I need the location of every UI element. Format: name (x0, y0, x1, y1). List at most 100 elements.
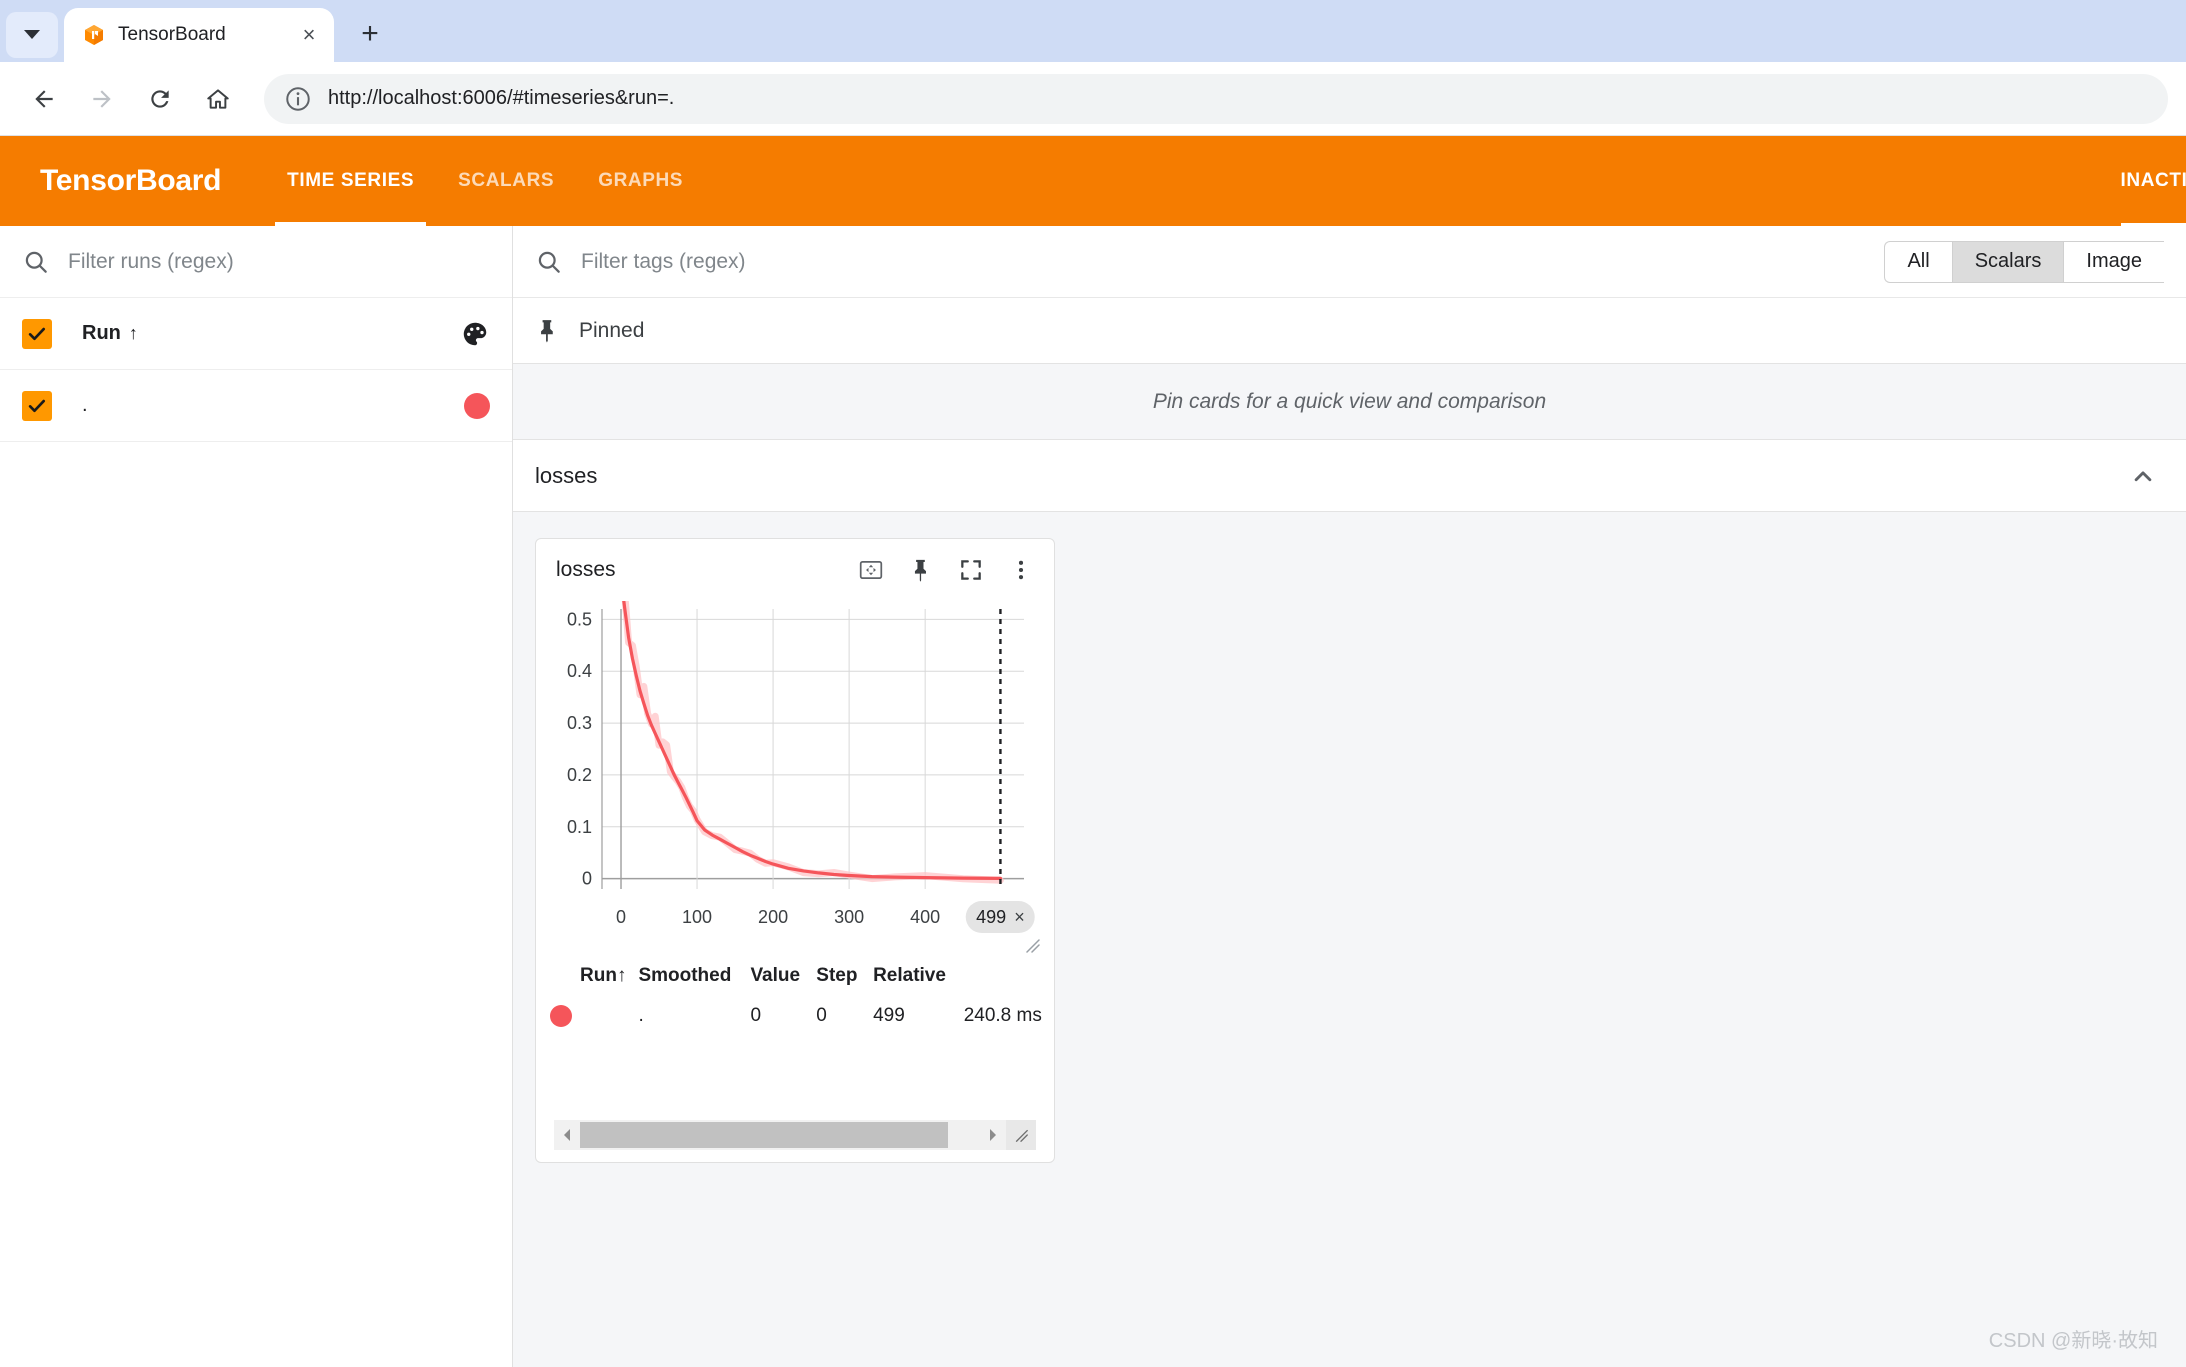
card-header: losses (536, 539, 1054, 601)
search-icon (25, 251, 47, 273)
chart-resize-grip-icon[interactable] (1022, 935, 1040, 953)
step-marker-value: 499 (976, 906, 1007, 927)
run-column-label: Run (82, 322, 121, 344)
x-tick-label: 400 (910, 907, 941, 927)
forward-button[interactable] (76, 73, 128, 125)
svg-text:0: 0 (582, 869, 592, 889)
select-all-runs-checkbox[interactable] (22, 318, 52, 349)
tab-scalars[interactable]: SCALARS (436, 136, 576, 226)
scroll-right-arrow-icon[interactable] (980, 1120, 1006, 1150)
column-header-relative[interactable]: Relative (867, 957, 958, 995)
tab-time-series[interactable]: TIME SERIES (265, 136, 436, 226)
card-footer (536, 1120, 1054, 1162)
chart-plot-area[interactable]: 0.5 0.4 0.3 0.2 0.1 0 (536, 601, 1054, 901)
home-icon (207, 88, 229, 109)
address-bar-url: http://localhost:6006/#timeseries&run=. (328, 87, 675, 109)
scrollbar-track[interactable] (580, 1120, 980, 1150)
chart-x-axis: 0 100 200 300 400 499 × (536, 901, 1054, 953)
pin-icon[interactable] (902, 551, 940, 589)
tag-group-header[interactable]: losses (513, 440, 2186, 512)
close-icon[interactable]: × (1014, 907, 1025, 928)
svg-text:0.5: 0.5 (567, 609, 592, 629)
home-button[interactable] (192, 73, 244, 125)
pin-icon (541, 319, 553, 342)
x-tick-label: 0 (615, 907, 627, 927)
runs-sidebar: Run ↑ . (0, 226, 513, 1367)
tag-filter-input[interactable] (581, 249, 1885, 274)
toggle-scalars[interactable]: Scalars (1951, 240, 2064, 283)
color-palette-icon[interactable] (460, 319, 490, 349)
cell-run: . (638, 1005, 644, 1026)
tab-graphs[interactable]: GRAPHS (576, 136, 705, 226)
pinned-section-header[interactable]: Pinned (513, 298, 2186, 364)
chevron-down-icon (24, 29, 40, 39)
pinned-label: Pinned (579, 318, 645, 342)
app-body: Run ↑ . (0, 226, 2186, 1367)
search-icon (538, 251, 560, 273)
header-tabs: TIME SERIES SCALARS GRAPHS (265, 136, 705, 226)
address-bar[interactable]: http://localhost:6006/#timeseries&run=. (264, 73, 2168, 124)
browser-tab-strip: TensorBoard × + (0, 0, 2186, 62)
column-header-value[interactable]: Value (744, 957, 810, 995)
main-content: All Scalars Image Pinned Pin cards for a… (513, 226, 2186, 1367)
tensorboard-logo[interactable]: TensorBoard (0, 136, 265, 226)
card-data-table: Run↑ Smoothed Value Step Relative . 0 0 … (536, 947, 1054, 1037)
column-header-smoothed[interactable]: Smoothed (632, 957, 744, 995)
browser-tab[interactable]: TensorBoard × (64, 8, 334, 62)
tab-inactive[interactable]: INACTIVE (2107, 136, 2186, 226)
plugin-filter-toggle-group: All Scalars Image (1884, 240, 2164, 283)
back-arrow-icon (35, 89, 53, 108)
runs-filter-input[interactable] (68, 249, 490, 274)
back-button[interactable] (18, 73, 70, 125)
scroll-left-arrow-icon[interactable] (554, 1120, 580, 1150)
svg-text:0.1: 0.1 (567, 817, 592, 837)
run-column-sort[interactable]: Run ↑ (82, 322, 460, 345)
svg-text:0.4: 0.4 (567, 661, 592, 681)
runs-column-header: Run ↑ (0, 298, 512, 370)
reload-button[interactable] (134, 73, 186, 125)
toggle-all[interactable]: All (1884, 240, 1952, 283)
run-checkbox[interactable] (22, 390, 52, 421)
x-tick-label: 300 (834, 907, 865, 927)
toggle-image[interactable]: Image (2063, 240, 2164, 283)
cell-smoothed: 0 (750, 1005, 762, 1026)
cell-value: 0 (816, 1005, 827, 1026)
sort-ascending-icon: ↑ (128, 323, 138, 343)
browser-toolbar: http://localhost:6006/#timeseries&run=. (0, 62, 2186, 136)
scalar-card: losses 0.5 0.4 0.3 0.2 0.1 0 0 100 200 3… (535, 538, 1055, 1163)
new-tab-button[interactable]: + (348, 12, 392, 56)
column-header-run[interactable]: Run↑ (536, 957, 632, 995)
runs-filter-row (0, 226, 512, 298)
card-resize-grip-icon[interactable] (1006, 1120, 1036, 1150)
chevron-up-icon[interactable] (2128, 461, 2158, 491)
reload-icon (151, 89, 169, 108)
check-icon (28, 399, 46, 412)
table-row: . 0 0 499 240.8 ms (536, 995, 1054, 1037)
loss-line-chart: 0.5 0.4 0.3 0.2 0.1 0 (567, 601, 1024, 889)
column-header-step[interactable]: Step (810, 957, 867, 995)
step-marker-chip[interactable]: 499 × (966, 901, 1035, 933)
column-header-run-label: Run (580, 965, 617, 986)
more-options-icon[interactable] (1002, 551, 1040, 589)
tag-filter-row: All Scalars Image (513, 226, 2186, 298)
info-icon (286, 86, 310, 111)
x-tick-label: 100 (682, 907, 713, 927)
cards-area: losses 0.5 0.4 0.3 0.2 0.1 0 0 100 200 3… (513, 512, 2186, 1367)
fit-to-domain-icon[interactable] (852, 551, 890, 589)
fullscreen-icon[interactable] (952, 551, 990, 589)
run-item[interactable]: . (0, 370, 512, 442)
svg-text:0.2: 0.2 (567, 765, 592, 785)
check-icon (28, 327, 46, 340)
run-item-label: . (82, 394, 88, 416)
scrollbar-thumb[interactable] (580, 1122, 948, 1148)
tab-close-icon[interactable]: × (296, 22, 322, 48)
x-tick-label: 200 (758, 907, 789, 927)
pinned-empty-message: Pin cards for a quick view and compariso… (513, 364, 2186, 440)
run-color-dot[interactable] (464, 392, 490, 419)
card-title: losses (556, 558, 616, 581)
tag-group-title: losses (535, 462, 598, 488)
series-color-dot (550, 1005, 572, 1027)
horizontal-scrollbar[interactable] (554, 1120, 1036, 1150)
cell-relative: 240.8 ms (963, 1005, 1042, 1026)
tab-search-button[interactable] (6, 12, 58, 58)
